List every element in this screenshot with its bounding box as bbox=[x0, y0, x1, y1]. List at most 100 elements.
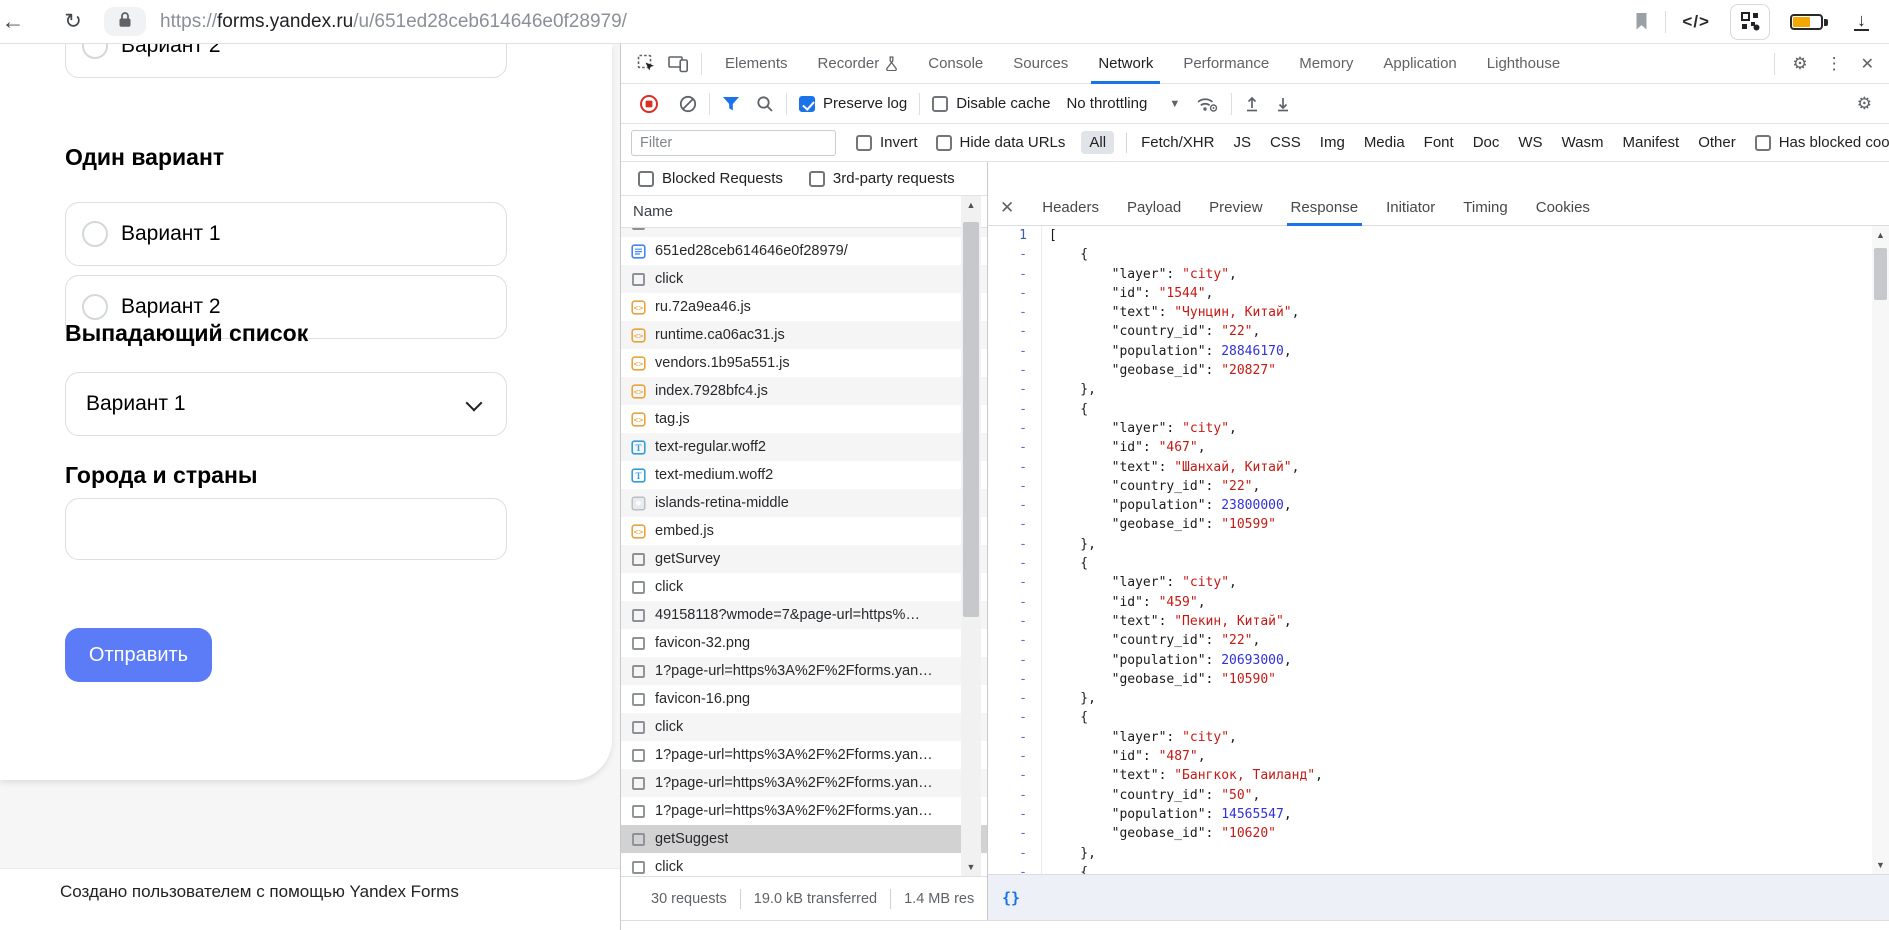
device-toolbar-icon[interactable] bbox=[663, 54, 693, 73]
fold-marker-icon[interactable]: - bbox=[988, 708, 1042, 727]
fold-marker-icon[interactable]: - bbox=[988, 284, 1042, 303]
devtools-tab-elements[interactable]: Elements bbox=[710, 44, 803, 84]
site-security-button[interactable] bbox=[104, 7, 146, 36]
filter-chip-wasm[interactable]: Wasm bbox=[1562, 134, 1604, 151]
fold-marker-icon[interactable]: - bbox=[988, 535, 1042, 554]
filter-input[interactable] bbox=[631, 130, 836, 156]
fold-marker-icon[interactable]: - bbox=[988, 824, 1042, 843]
fold-marker-icon[interactable]: - bbox=[988, 554, 1042, 573]
fold-marker-icon[interactable]: - bbox=[988, 419, 1042, 438]
filter-chip-manifest[interactable]: Manifest bbox=[1623, 134, 1680, 151]
inspect-element-icon[interactable] bbox=[633, 54, 659, 73]
detail-tab-initiator[interactable]: Initiator bbox=[1372, 190, 1449, 226]
filter-chip-ws[interactable]: WS bbox=[1518, 134, 1542, 151]
third-party-requests-checkbox[interactable]: 3rd-party requests bbox=[809, 170, 955, 187]
option-card-1[interactable]: Вариант 1 bbox=[65, 202, 507, 266]
response-viewer[interactable]: 1[- {- "layer": "city",- "id": "1544",- … bbox=[988, 226, 1889, 874]
filter-chip-all[interactable]: All bbox=[1081, 131, 1114, 154]
invert-checkbox[interactable]: Invert bbox=[856, 134, 918, 151]
settings-gear-icon[interactable]: ⚙ bbox=[1783, 54, 1816, 74]
table-row[interactable]: getSuggest bbox=[621, 825, 987, 853]
name-column-header[interactable]: Name bbox=[621, 196, 987, 228]
fold-marker-icon[interactable]: - bbox=[988, 844, 1042, 863]
fold-marker-icon[interactable]: - bbox=[988, 322, 1042, 341]
detail-tab-cookies[interactable]: Cookies bbox=[1522, 190, 1604, 226]
table-row[interactable]: <>runtime.ca06ac31.js bbox=[621, 321, 987, 349]
fold-marker-icon[interactable]: - bbox=[988, 361, 1042, 380]
fold-marker-icon[interactable]: - bbox=[988, 573, 1042, 592]
fold-marker-icon[interactable]: - bbox=[988, 747, 1042, 766]
response-scrollbar[interactable]: ▲ ▼ bbox=[1872, 226, 1889, 874]
filter-funnel-icon[interactable] bbox=[722, 96, 740, 112]
scrollbar-thumb[interactable] bbox=[963, 222, 979, 617]
network-settings-gear-icon[interactable]: ⚙ bbox=[1848, 94, 1881, 114]
fold-marker-icon[interactable]: - bbox=[988, 265, 1042, 284]
close-detail-icon[interactable]: ✕ bbox=[988, 198, 1028, 218]
submit-button[interactable]: Отправить bbox=[65, 628, 212, 682]
disable-cache-checkbox[interactable]: Disable cache bbox=[932, 95, 1050, 112]
fold-marker-icon[interactable]: - bbox=[988, 477, 1042, 496]
devtools-tab-recorder[interactable]: Recorder bbox=[803, 44, 914, 84]
detail-tab-headers[interactable]: Headers bbox=[1028, 190, 1113, 226]
table-row[interactable]: favicon-16.png bbox=[621, 685, 987, 713]
filter-chip-js[interactable]: JS bbox=[1233, 134, 1251, 151]
fold-marker-icon[interactable]: - bbox=[988, 612, 1042, 631]
filter-chip-doc[interactable]: Doc bbox=[1473, 134, 1500, 151]
table-row[interactable]: <>ru.72a9ea46.js bbox=[621, 293, 987, 321]
close-devtools-icon[interactable]: ✕ bbox=[1852, 54, 1883, 74]
devtools-tab-lighthouse[interactable]: Lighthouse bbox=[1472, 44, 1575, 84]
qr-code-icon[interactable] bbox=[1730, 4, 1770, 40]
devtools-tab-sources[interactable]: Sources bbox=[998, 44, 1083, 84]
fold-marker-icon[interactable]: - bbox=[988, 766, 1042, 785]
detail-tab-preview[interactable]: Preview bbox=[1195, 190, 1276, 226]
scrollbar-thumb[interactable] bbox=[1874, 248, 1887, 300]
fold-marker-icon[interactable]: - bbox=[988, 458, 1042, 477]
table-row[interactable]: <>tag.js bbox=[621, 405, 987, 433]
fold-marker-icon[interactable]: - bbox=[988, 342, 1042, 361]
filter-chip-fetchxhr[interactable]: Fetch/XHR bbox=[1141, 134, 1214, 151]
fold-marker-icon[interactable]: - bbox=[988, 670, 1042, 689]
fold-marker-icon[interactable]: - bbox=[988, 786, 1042, 805]
table-row[interactable]: <>embed.js bbox=[621, 517, 987, 545]
devtools-tab-performance[interactable]: Performance bbox=[1168, 44, 1284, 84]
fold-marker-icon[interactable]: - bbox=[988, 380, 1042, 399]
table-row[interactable]: click bbox=[621, 573, 987, 601]
fold-marker-icon[interactable]: - bbox=[988, 805, 1042, 824]
dev-code-icon[interactable]: </> bbox=[1682, 12, 1710, 32]
fold-marker-icon[interactable]: - bbox=[988, 245, 1042, 264]
fold-marker-icon[interactable]: - bbox=[988, 728, 1042, 747]
battery-icon[interactable] bbox=[1790, 12, 1830, 32]
address-bar[interactable]: https://forms.yandex.ru/u/651ed28ceb6146… bbox=[160, 11, 627, 33]
radio-icon[interactable] bbox=[82, 221, 108, 247]
devtools-tab-console[interactable]: Console bbox=[913, 44, 998, 84]
filter-chip-media[interactable]: Media bbox=[1364, 134, 1405, 151]
radio-icon[interactable] bbox=[82, 44, 108, 59]
reload-icon[interactable]: ↻ bbox=[56, 9, 90, 34]
scroll-up-icon[interactable]: ▲ bbox=[961, 196, 981, 214]
table-row[interactable]: click bbox=[621, 265, 987, 293]
detail-tab-timing[interactable]: Timing bbox=[1449, 190, 1521, 226]
radio-icon[interactable] bbox=[82, 294, 108, 320]
table-row[interactable]: <>vendors.1b95a551.js bbox=[621, 349, 987, 377]
fold-marker-icon[interactable]: - bbox=[988, 593, 1042, 612]
table-row[interactable]: click bbox=[621, 853, 987, 876]
table-row[interactable]: click bbox=[621, 228, 987, 237]
table-row[interactable]: islands-retina-middle bbox=[621, 489, 987, 517]
filter-chip-font[interactable]: Font bbox=[1424, 134, 1454, 151]
scroll-up-icon[interactable]: ▲ bbox=[1872, 226, 1889, 244]
scroll-down-icon[interactable]: ▼ bbox=[1872, 856, 1889, 874]
fold-marker-icon[interactable]: - bbox=[988, 863, 1042, 874]
table-row[interactable]: click bbox=[621, 713, 987, 741]
devtools-tab-network[interactable]: Network bbox=[1083, 44, 1168, 84]
request-list-scrollbar[interactable]: ▲ ▼ bbox=[961, 196, 981, 876]
detail-tab-payload[interactable]: Payload bbox=[1113, 190, 1195, 226]
fold-marker-icon[interactable]: - bbox=[988, 496, 1042, 515]
table-row[interactable]: 651ed28ceb614646e0f28979/ bbox=[621, 237, 987, 265]
table-row[interactable]: getSurvey bbox=[621, 545, 987, 573]
clear-network-log-icon[interactable] bbox=[679, 95, 697, 113]
fold-marker-icon[interactable]: - bbox=[988, 303, 1042, 322]
table-row[interactable]: Ttext-medium.woff2 bbox=[621, 461, 987, 489]
table-row[interactable]: 1?page-url=https%3A%2F%2Fforms.yan… bbox=[621, 769, 987, 797]
hide-data-urls-checkbox[interactable]: Hide data URLs bbox=[936, 134, 1066, 151]
preserve-log-checkbox[interactable]: Preserve log bbox=[799, 95, 907, 112]
